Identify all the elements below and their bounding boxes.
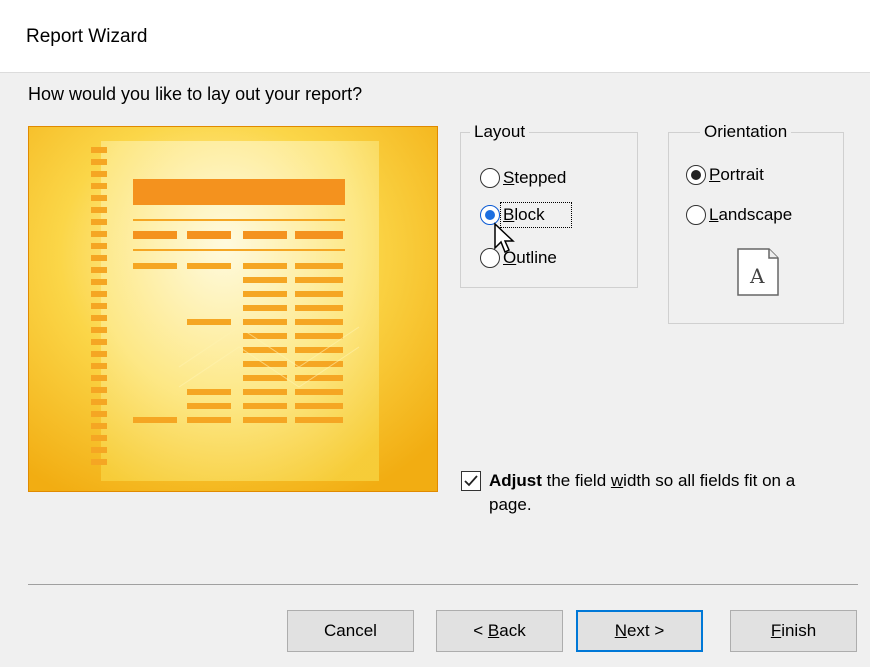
radio-stepped[interactable]: Stepped <box>480 168 566 188</box>
back-button-label: < Back <box>473 621 526 640</box>
next-button-label: Next > <box>614 621 665 640</box>
radio-block-label: Block <box>500 202 572 228</box>
cancel-button-label: Cancel <box>324 621 377 640</box>
radio-landscape-label: Landscape <box>709 205 793 224</box>
cancel-button[interactable]: Cancel <box>287 610 414 652</box>
radio-landscape-circle[interactable] <box>686 205 706 225</box>
layout-question: How would you like to lay out your repor… <box>28 84 363 104</box>
next-button[interactable]: Next > <box>576 610 703 652</box>
back-button[interactable]: < Back <box>436 610 563 652</box>
radio-outline-label: Outline <box>503 248 557 267</box>
checkmark-icon <box>464 475 478 487</box>
title-bar: Report Wizard <box>0 0 870 73</box>
finish-button-label: Finish <box>770 621 817 640</box>
layout-legend: Layout <box>470 122 530 142</box>
orientation-legend: Orientation <box>700 122 792 142</box>
radio-portrait-circle[interactable] <box>686 165 706 185</box>
radio-landscape[interactable]: Landscape <box>686 205 792 225</box>
radio-block[interactable]: Block <box>480 202 572 228</box>
layout-preview-image <box>28 126 438 492</box>
radio-stepped-label: Stepped <box>503 168 567 187</box>
radio-portrait[interactable]: Portrait <box>686 165 764 185</box>
footer-divider <box>28 584 858 585</box>
radio-block-circle[interactable] <box>480 205 500 225</box>
finish-button[interactable]: Finish <box>730 610 857 652</box>
svg-text:A: A <box>749 264 765 288</box>
portrait-page-icon: A <box>737 248 779 296</box>
window-title: Report Wizard <box>26 26 148 47</box>
radio-outline-circle[interactable] <box>480 248 500 268</box>
radio-stepped-circle[interactable] <box>480 168 500 188</box>
radio-outline[interactable]: Outline <box>480 248 557 268</box>
adjust-width-checkbox-row[interactable]: Adjust the field width so all fields fit… <box>461 469 841 517</box>
adjust-width-label: Adjust the field width so all fields fit… <box>489 471 796 514</box>
adjust-width-checkbox[interactable] <box>461 471 481 491</box>
radio-portrait-label: Portrait <box>709 165 764 184</box>
